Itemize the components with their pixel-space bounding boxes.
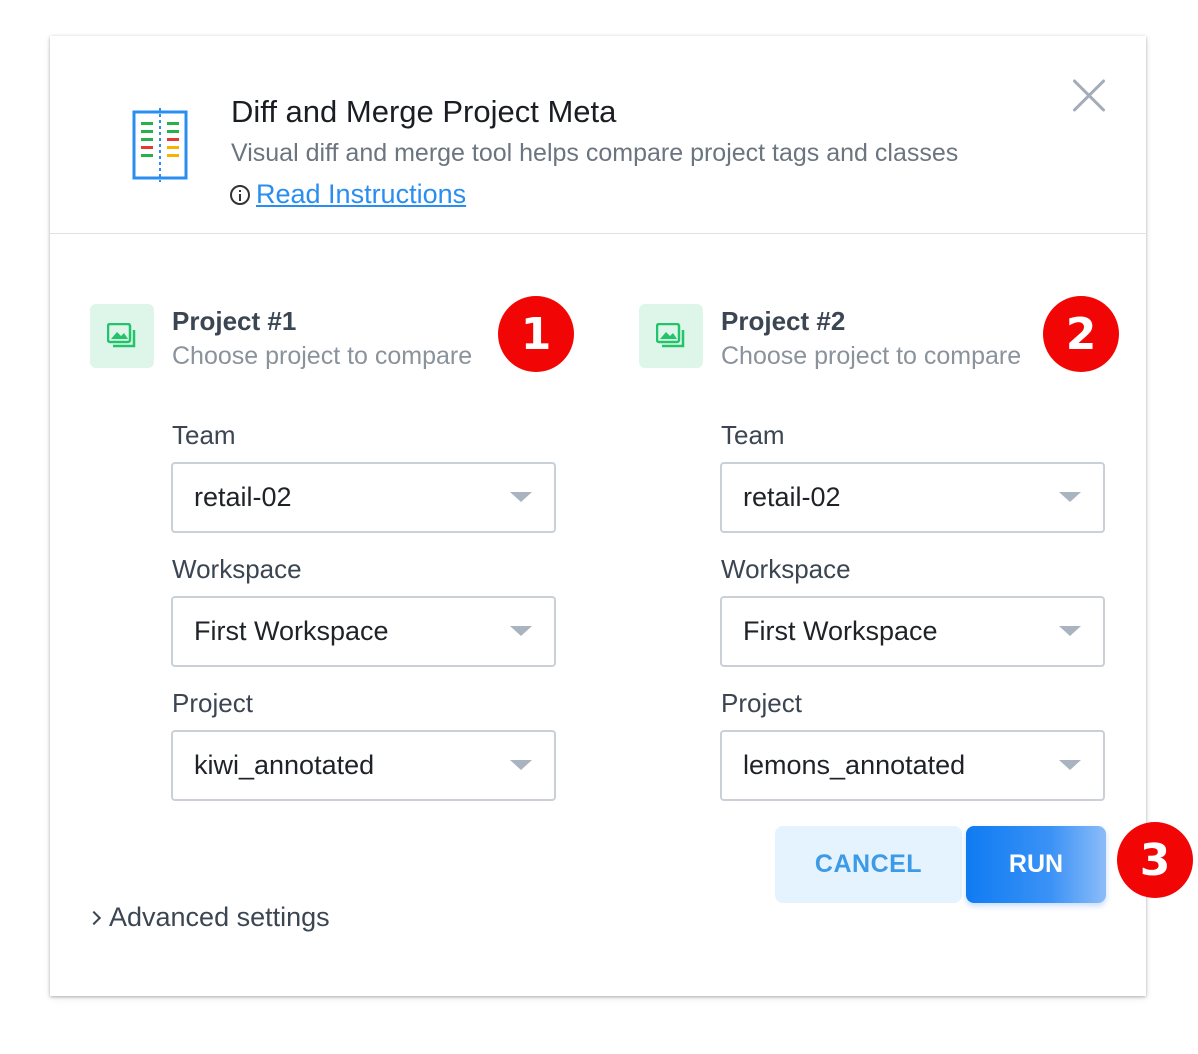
project-2-description: Choose project to compare — [721, 342, 1022, 370]
workspace-select[interactable]: First Workspace — [720, 596, 1105, 667]
dialog-subtitle: Visual diff and merge tool helps compare… — [231, 139, 959, 167]
step-badge-1: 1 — [498, 296, 574, 372]
diff-merge-dialog: Diff and Merge Project Meta Visual diff … — [50, 36, 1146, 996]
chevron-right-icon — [86, 910, 102, 925]
workspace-label: Workspace — [721, 554, 851, 584]
team-select-value: retail-02 — [194, 482, 292, 512]
cancel-button[interactable]: CANCEL — [775, 826, 962, 903]
chevron-down-icon — [510, 492, 532, 502]
info-icon — [230, 184, 250, 205]
project-select[interactable]: kiwi_annotated — [171, 730, 556, 801]
read-instructions-link[interactable]: Read Instructions — [230, 179, 466, 210]
workspace-label: Workspace — [172, 554, 302, 584]
advanced-settings-label: Advanced settings — [109, 902, 330, 932]
project-2-title: Project #2 — [721, 306, 846, 336]
images-icon — [107, 323, 136, 348]
team-label: Team — [721, 420, 785, 450]
team-select[interactable]: retail-02 — [171, 462, 556, 533]
read-instructions-label: Read Instructions — [256, 179, 467, 209]
step-badge-3: 3 — [1117, 822, 1193, 898]
chevron-down-icon — [1059, 760, 1081, 770]
project-1-title: Project #1 — [172, 306, 297, 336]
dialog-header: Diff and Merge Project Meta Visual diff … — [50, 36, 1146, 234]
workspace-select[interactable]: First Workspace — [171, 596, 556, 667]
step-badge-2: 2 — [1043, 296, 1119, 372]
team-select[interactable]: retail-02 — [720, 462, 1105, 533]
project-select-value: kiwi_annotated — [194, 750, 375, 780]
diff-merge-app-icon — [132, 108, 188, 182]
project-label: Project — [172, 688, 253, 718]
chevron-down-icon — [510, 626, 532, 636]
chevron-down-icon — [510, 760, 532, 770]
project-image-icon — [639, 304, 703, 368]
project-1-description: Choose project to compare — [172, 342, 473, 370]
project-label: Project — [721, 688, 802, 718]
workspace-select-value: First Workspace — [743, 616, 938, 646]
workspace-select-value: First Workspace — [194, 616, 389, 646]
team-label: Team — [172, 420, 236, 450]
advanced-settings-toggle[interactable]: Advanced settings — [86, 902, 330, 933]
dialog-title: Diff and Merge Project Meta — [231, 94, 617, 129]
project-select-value: lemons_annotated — [743, 750, 966, 780]
chevron-down-icon — [1059, 492, 1081, 502]
chevron-down-icon — [1059, 626, 1081, 636]
team-select-value: retail-02 — [743, 482, 841, 512]
run-button[interactable]: RUN — [966, 826, 1106, 903]
close-icon[interactable] — [1069, 75, 1109, 115]
images-icon — [656, 323, 685, 348]
project-select[interactable]: lemons_annotated — [720, 730, 1105, 801]
project-image-icon — [90, 304, 154, 368]
